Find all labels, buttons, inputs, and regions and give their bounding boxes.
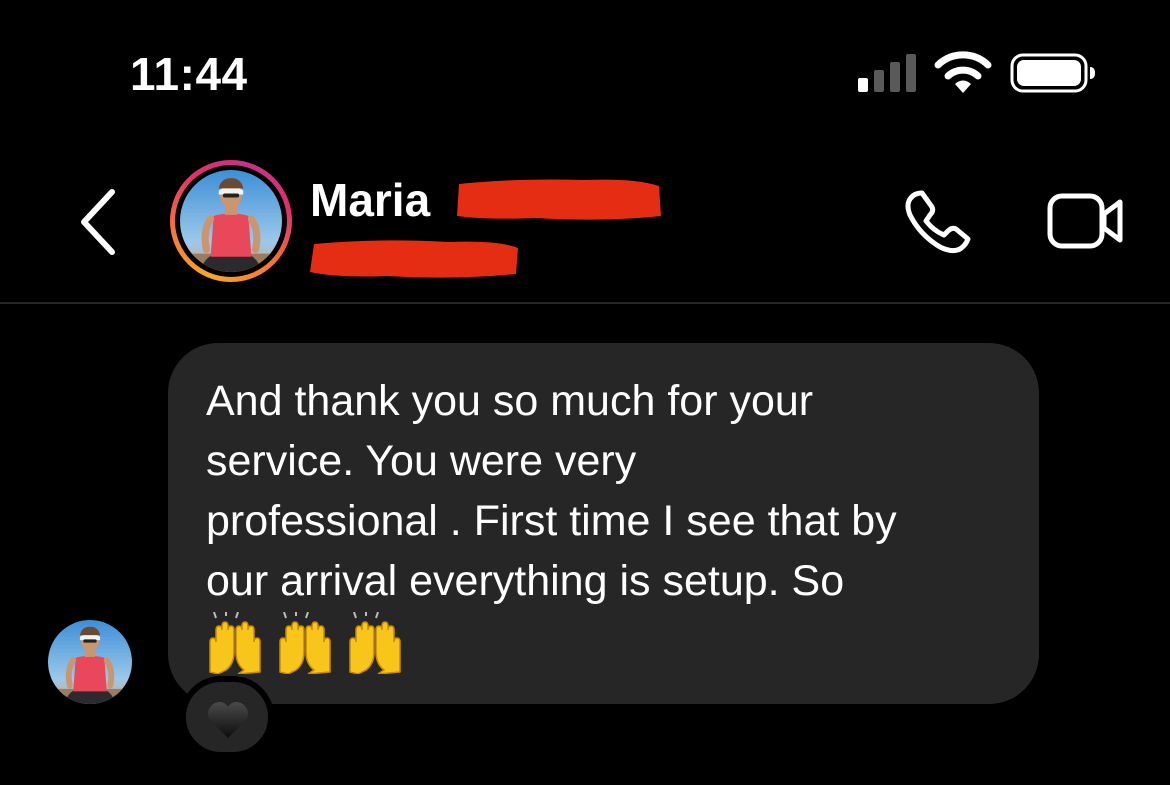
- cellular-signal-icon: [858, 54, 916, 92]
- contact-name[interactable]: Maria: [310, 170, 430, 230]
- header-divider: [0, 302, 1170, 304]
- contact-avatar[interactable]: [170, 160, 292, 282]
- back-button[interactable]: [70, 184, 126, 260]
- video-camera-icon[interactable]: [1046, 190, 1126, 252]
- phone-icon[interactable]: [900, 185, 980, 257]
- wifi-icon: [934, 51, 992, 93]
- redaction-mark: [457, 179, 661, 220]
- avatar-photo: [48, 620, 132, 704]
- status-time: 11:44: [130, 48, 248, 100]
- redaction-mark: [310, 240, 518, 278]
- black-heart-icon: [207, 702, 249, 738]
- raising-hands-emoji: [209, 612, 401, 674]
- battery-icon: [1010, 53, 1095, 93]
- sender-avatar[interactable]: [48, 620, 132, 704]
- avatar-photo: [180, 170, 282, 272]
- reaction-badge[interactable]: [180, 676, 274, 758]
- message-text: And thank you so much for your service. …: [206, 377, 897, 605]
